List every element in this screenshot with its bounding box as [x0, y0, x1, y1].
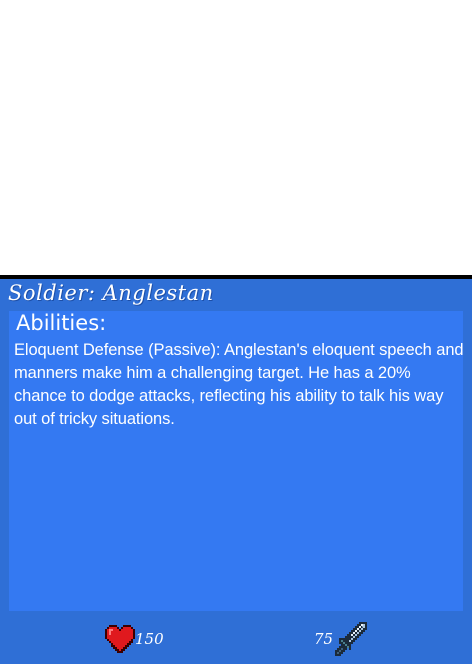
abilities-panel: Abilities: Eloquent Defense (Passive): A…: [9, 311, 464, 611]
unit-info-card: Soldier: Anglestan Abilities: Eloquent D…: [0, 275, 472, 664]
unit-title: Soldier: Anglestan: [8, 281, 214, 305]
abilities-heading: Abilities:: [16, 311, 107, 335]
sword-icon: [333, 622, 368, 656]
health-stat: 150: [105, 619, 164, 659]
ability-description: Eloquent Defense (Passive): Anglestan's …: [14, 341, 464, 428]
stats-row: 150 75: [0, 619, 472, 659]
attack-value: 75: [314, 630, 334, 648]
health-value: 150: [135, 630, 164, 648]
attack-stat: 75: [314, 619, 368, 659]
heart-icon: [105, 625, 135, 653]
